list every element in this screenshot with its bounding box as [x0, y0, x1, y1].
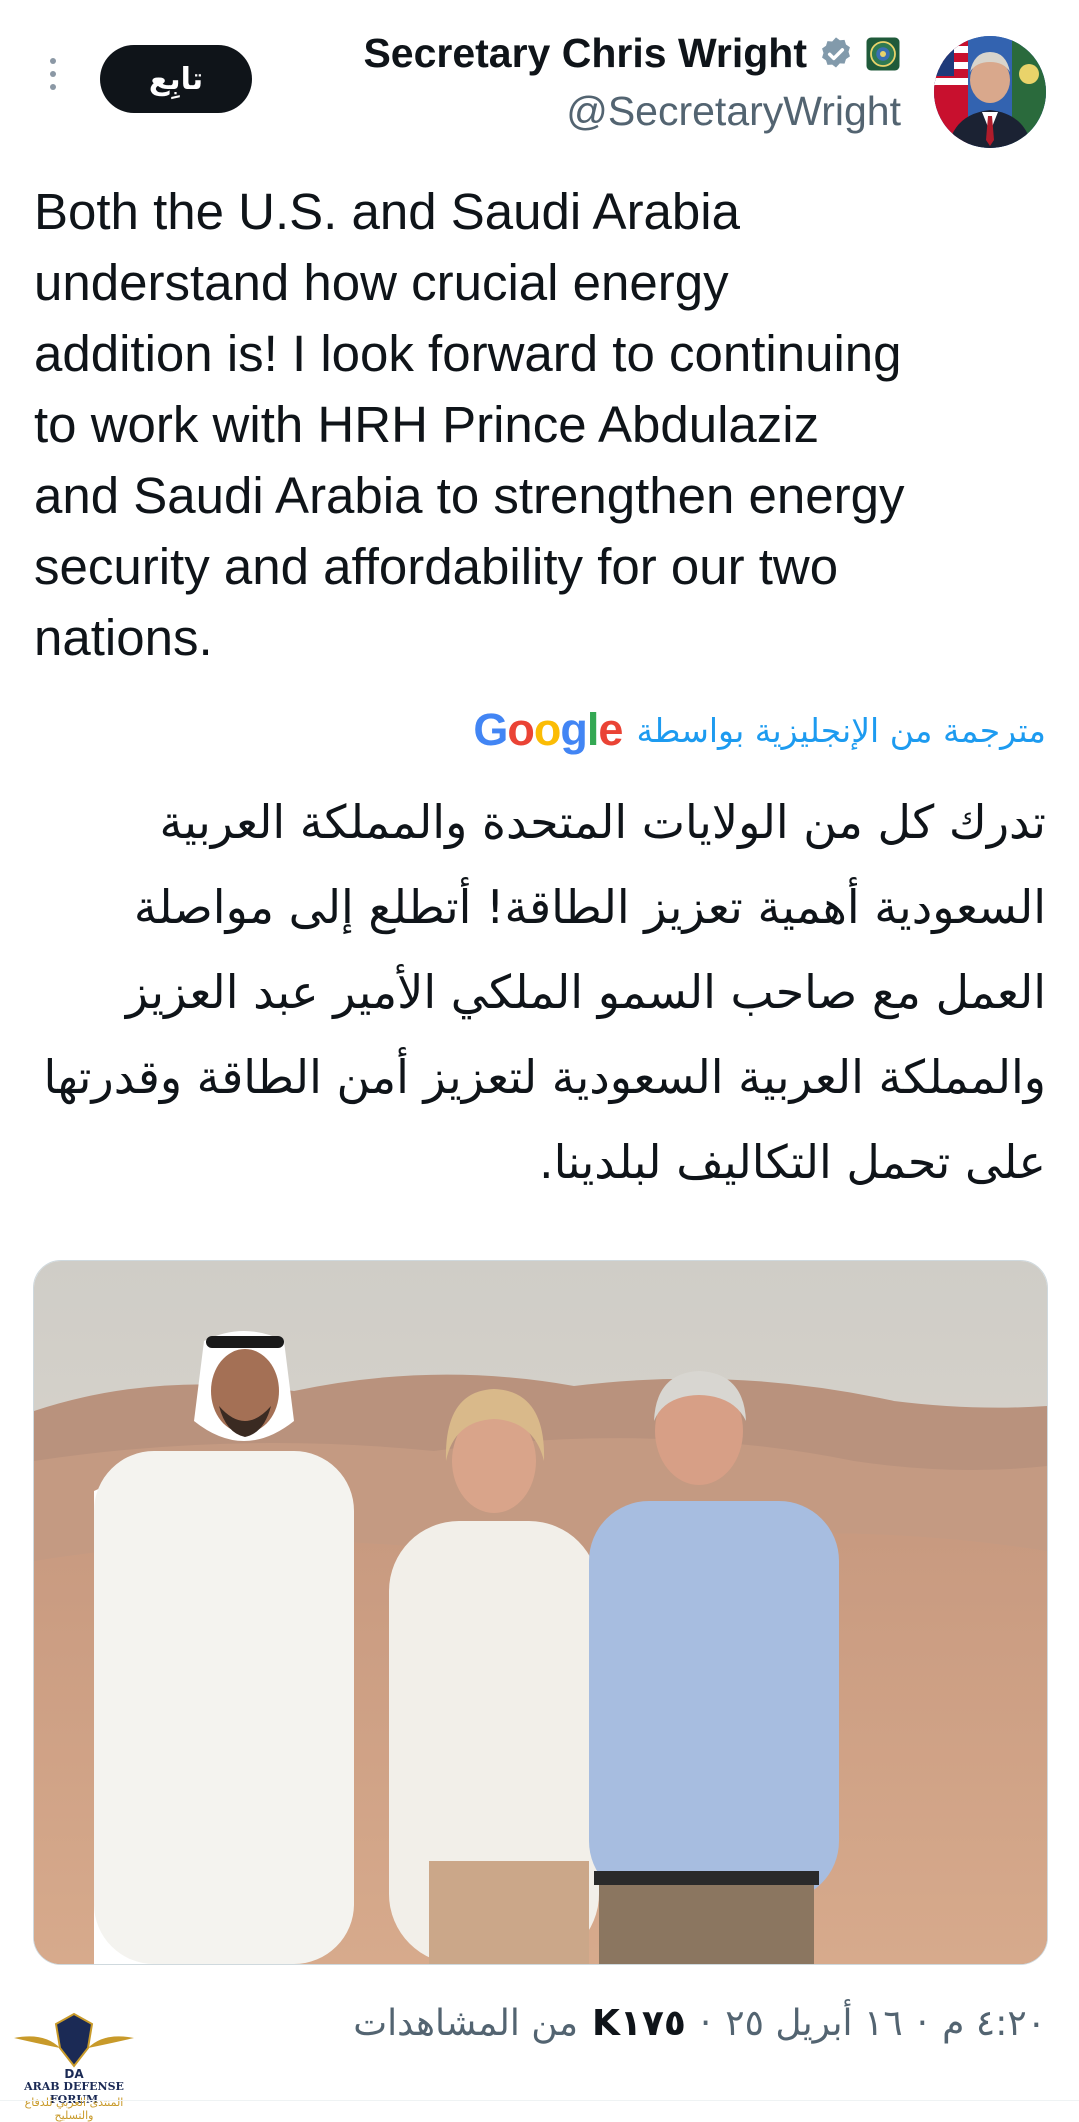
- views-label: من المشاهدات: [353, 2003, 578, 2044]
- divider: [0, 2100, 1079, 2101]
- more-vertical-icon[interactable]: [46, 58, 60, 98]
- profile-avatar[interactable]: [934, 36, 1046, 148]
- views-count[interactable]: K١٧٥: [592, 2003, 686, 2044]
- author-handle[interactable]: @SecretaryWright: [566, 88, 901, 135]
- translation-attribution[interactable]: Google مترجمة من الإنجليزية بواسطة: [473, 704, 1046, 756]
- tweet-text: Both the U.S. and Saudi Arabia understan…: [34, 183, 905, 666]
- tweet-header: تابِع Secretary Chris Wright @SecretaryW…: [0, 0, 1079, 160]
- svg-text:DA: DA: [64, 2067, 84, 2080]
- translated-tweet-text: تدرك كل من الولايات المتحدة والمملكة الع…: [43, 795, 1046, 1189]
- tweet-photo[interactable]: [33, 1260, 1048, 1965]
- meta-separator: ·: [699, 2003, 712, 2044]
- author-display-name[interactable]: Secretary Chris Wright: [363, 30, 807, 77]
- follow-button[interactable]: تابِع: [100, 45, 252, 113]
- tweet-date[interactable]: ١٦ أبريل ٢٥: [725, 2003, 902, 2044]
- tweet-time[interactable]: ٤:٢٠ م: [942, 2003, 1046, 2044]
- translated-by-label[interactable]: مترجمة من الإنجليزية بواسطة: [636, 711, 1046, 750]
- google-logo: Google: [473, 704, 623, 755]
- tweet-meta: ٤:٢٠ م · ١٦ أبريل ٢٥ · K١٧٥ من المشاهدات: [353, 2003, 1046, 2044]
- watermark-logo: DA ARAB DEFENSE FORUM المنتدى العربي للد…: [4, 2008, 144, 2122]
- author-name-row[interactable]: Secretary Chris Wright: [363, 30, 901, 77]
- department-seal-icon: [866, 37, 900, 70]
- meta-separator: ·: [916, 2003, 929, 2044]
- eagle-emblem-icon: DA: [14, 2012, 134, 2081]
- verified-badge-icon: [822, 36, 850, 67]
